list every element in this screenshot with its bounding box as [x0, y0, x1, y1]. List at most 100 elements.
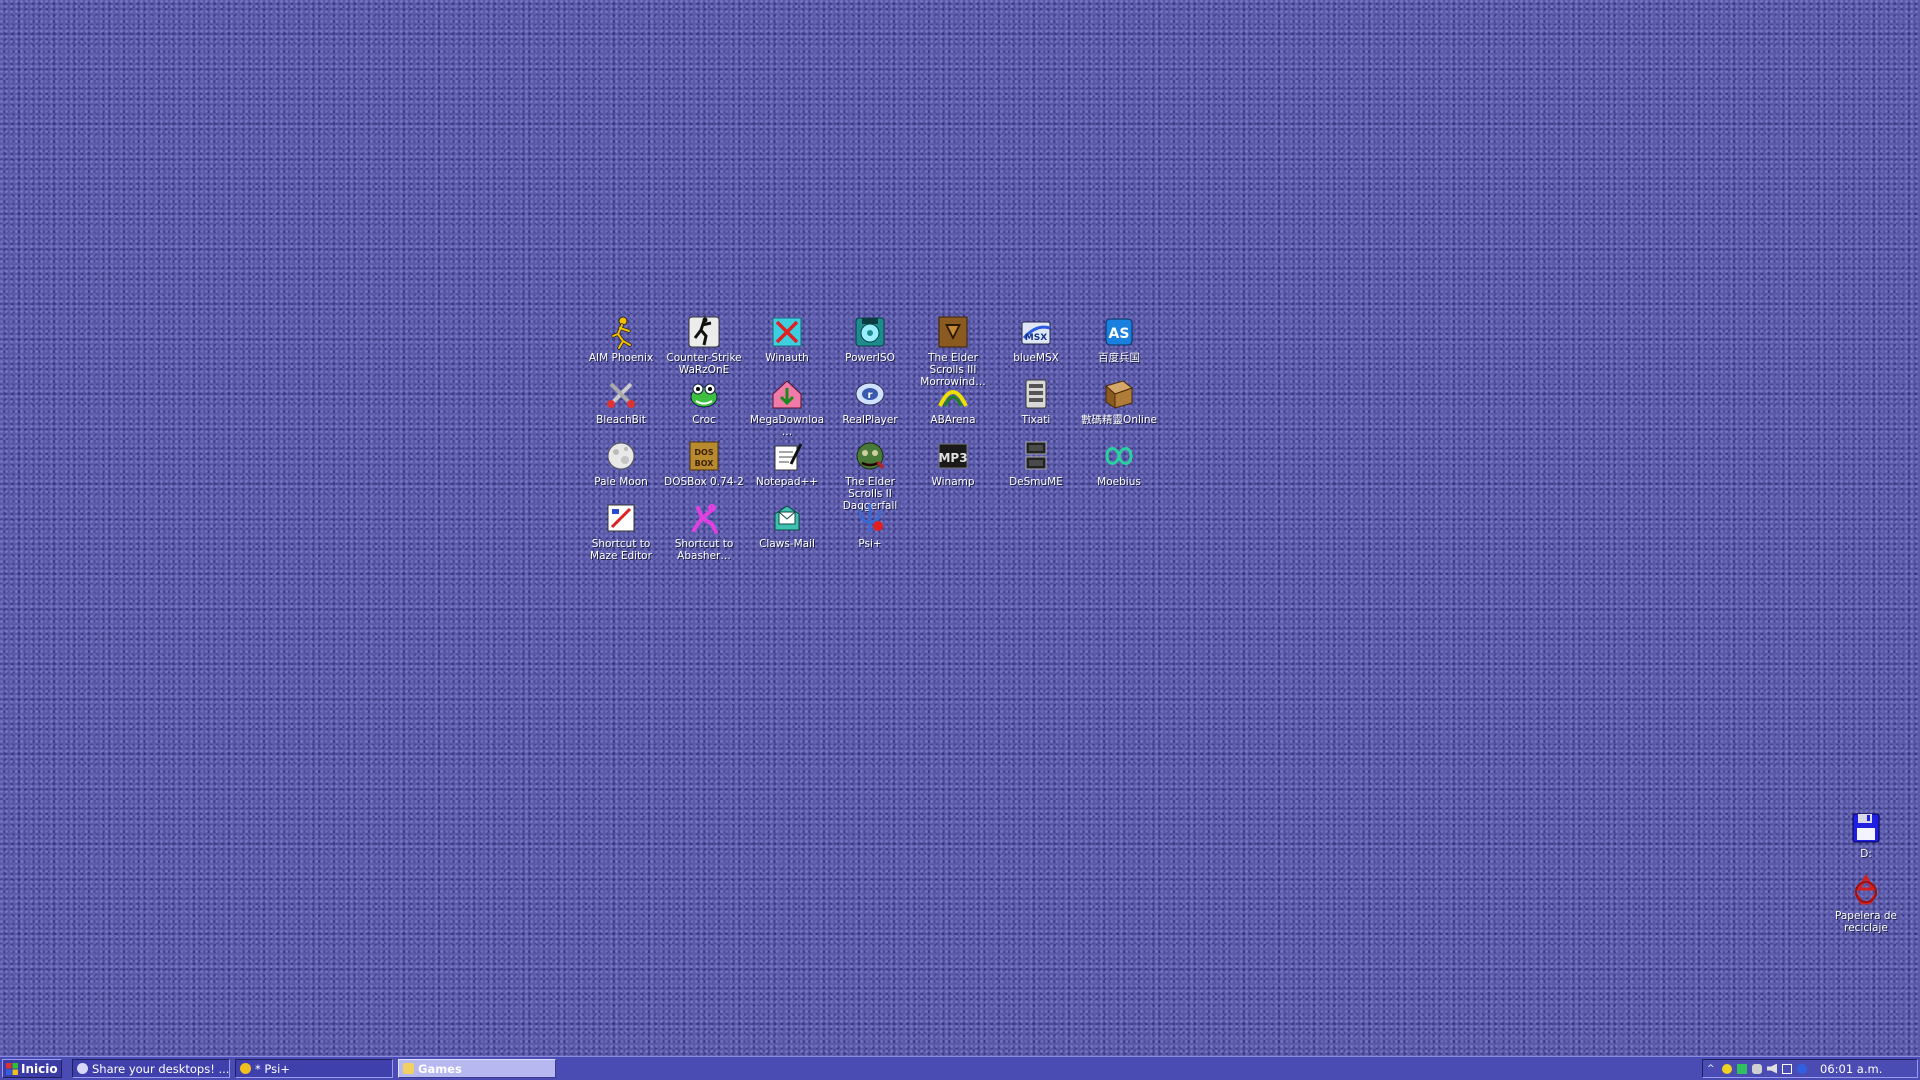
floppy-disk-icon: [1848, 810, 1884, 846]
start-label: Inicio: [21, 1061, 58, 1076]
tixati-icon: [1018, 376, 1054, 412]
desktop-icon-megadownload[interactable]: MegaDownloa…: [746, 376, 828, 438]
moebius-icon: [1101, 438, 1137, 474]
maze-editor-icon: [603, 500, 639, 536]
desktop-icon-notepadpp[interactable]: Notepad++: [746, 438, 828, 488]
desktop-icon-recycle-bin[interactable]: Papelera de reciclaje: [1825, 872, 1907, 934]
network-icon[interactable]: [1737, 1063, 1747, 1074]
bleachbit-icon: [603, 376, 639, 412]
desktop-icon-label: Notepad++: [755, 476, 819, 488]
desktop-icon-label: BleachBit: [596, 414, 646, 426]
task-button-share-desktops[interactable]: Share your desktops! ...: [72, 1059, 230, 1078]
desktop-icon-tixati[interactable]: Tixati: [995, 376, 1077, 426]
realplayer-icon: r: [852, 376, 888, 412]
desktop-icon-drive-d[interactable]: D:: [1825, 810, 1907, 860]
desktop: AIM Phoenix Counter-Strike WaRzOnE Winau…: [0, 0, 1920, 1056]
desktop-icon-maze-editor[interactable]: Shortcut to Maze Editor: [580, 500, 662, 562]
desktop-icon-label: RealPlayer: [842, 414, 898, 426]
task-button-games[interactable]: Games: [398, 1059, 556, 1078]
desktop-icon-label: AIM Phoenix: [588, 352, 654, 364]
clock[interactable]: 06:01 a.m.: [1820, 1062, 1882, 1076]
desktop-icon-label: Winamp: [931, 476, 975, 488]
people-icon[interactable]: [1752, 1063, 1762, 1074]
browser-icon: [77, 1063, 88, 1074]
desktop-icon-label: Croc: [692, 414, 716, 426]
morrowind-icon: [935, 314, 971, 350]
task-button-psi[interactable]: * Psi+: [235, 1059, 393, 1078]
svg-text:MSX: MSX: [1025, 333, 1047, 343]
croc-icon: [686, 376, 722, 412]
desktop-icon-label: ABArena: [930, 414, 976, 426]
desktop-icon-winamp[interactable]: MP3 Winamp: [912, 438, 994, 488]
folder-icon: [403, 1063, 414, 1074]
star-icon[interactable]: [1722, 1063, 1732, 1074]
desktop-icon-label: MegaDownloa…: [749, 414, 825, 438]
desktop-icon-abarena[interactable]: ABArena: [912, 376, 994, 426]
desktop-icon-label: 數碼精靈Online: [1081, 414, 1157, 426]
svg-text:BOX: BOX: [695, 459, 715, 468]
language-icon[interactable]: [1797, 1063, 1807, 1074]
dosbox-icon: DOS BOX: [686, 438, 722, 474]
winamp-icon: MP3: [935, 438, 971, 474]
desktop-icon-label: Claws-Mail: [759, 538, 815, 550]
desmume-icon: [1018, 438, 1054, 474]
psi-icon: [852, 500, 888, 536]
poweriso-icon: [852, 314, 888, 350]
task-label: * Psi+: [255, 1061, 290, 1076]
desktop-icon-croc[interactable]: Croc: [663, 376, 745, 426]
desktop-icon-label: DeSmuME: [1009, 476, 1063, 488]
task-label: Games: [418, 1061, 462, 1076]
megadownload-icon: [769, 376, 805, 412]
desktop-icon-label: PowerISO: [845, 352, 895, 364]
counter-strike-icon: [686, 314, 722, 350]
desktop-icon-bleachbit[interactable]: BleachBit: [580, 376, 662, 426]
desktop-icon-label: Papelera de reciclaje: [1834, 910, 1897, 934]
system-tray: ^ 06:01 a.m.: [1702, 1059, 1918, 1078]
psi-icon: [240, 1063, 251, 1074]
task-label: Share your desktops! ...: [92, 1061, 230, 1076]
desktop-icon-claws-mail[interactable]: Claws-Mail: [746, 500, 828, 550]
abarena-icon: [935, 376, 971, 412]
desktop-icon-book-game[interactable]: 數碼精靈Online: [1078, 376, 1160, 426]
desktop-icon-label: Moebius: [1097, 476, 1141, 488]
winauth-icon: [769, 314, 805, 350]
desktop-icon-label: D:: [1860, 848, 1872, 860]
desktop-icon-dosbox[interactable]: DOS BOX DOSBox 0.74-2: [663, 438, 745, 488]
chevron-up-icon[interactable]: ^: [1707, 1064, 1717, 1074]
display-icon[interactable]: [1782, 1063, 1792, 1074]
desktop-icon-label: Counter-Strike WaRzOnE: [666, 352, 742, 376]
recycle-bin-icon: [1848, 872, 1884, 908]
start-button[interactable]: Inicio: [2, 1059, 62, 1078]
svg-text:r: r: [868, 390, 873, 401]
daggerfall-icon: [852, 438, 888, 474]
desktop-icon-label: blueMSX: [1013, 352, 1059, 364]
desktop-icon-label: Shortcut to Abasher…: [674, 538, 734, 562]
desktop-icon-label: Pale Moon: [594, 476, 648, 488]
desktop-icon-desmume[interactable]: DeSmuME: [995, 438, 1077, 488]
desktop-icon-psi[interactable]: Psi+: [829, 500, 911, 550]
volume-icon[interactable]: [1767, 1063, 1777, 1074]
svg-text:MP3: MP3: [938, 451, 967, 465]
desktop-icon-aim-phoenix[interactable]: AIM Phoenix: [580, 314, 662, 364]
desktop-icon-moebius[interactable]: Moebius: [1078, 438, 1160, 488]
claws-mail-icon: [769, 500, 805, 536]
desktop-icon-counter-strike[interactable]: Counter-Strike WaRzOnE: [663, 314, 745, 376]
desktop-icon-label: DOSBox 0.74-2: [664, 476, 744, 488]
pale-moon-icon: [603, 438, 639, 474]
desktop-icon-bluemsx[interactable]: MSX blueMSX: [995, 314, 1077, 364]
desktop-icon-label: Shortcut to Maze Editor: [590, 538, 652, 562]
desktop-icon-as-game[interactable]: AS 百度兵国: [1078, 314, 1160, 364]
desktop-icon-winauth[interactable]: Winauth: [746, 314, 828, 364]
desktop-icon-abasher[interactable]: Shortcut to Abasher…: [663, 500, 745, 562]
desktop-icon-label: 百度兵国: [1098, 352, 1140, 364]
as-game-icon: AS: [1101, 314, 1137, 350]
running-man-icon: [603, 314, 639, 350]
desktop-icon-label: Psi+: [858, 538, 882, 550]
desktop-icon-realplayer[interactable]: r RealPlayer: [829, 376, 911, 426]
bluemsx-icon: MSX: [1018, 314, 1054, 350]
desktop-icon-pale-moon[interactable]: Pale Moon: [580, 438, 662, 488]
svg-text:AS: AS: [1109, 326, 1130, 342]
desktop-icon-poweriso[interactable]: PowerISO: [829, 314, 911, 364]
notepadpp-icon: [769, 438, 805, 474]
abasher-icon: [686, 500, 722, 536]
